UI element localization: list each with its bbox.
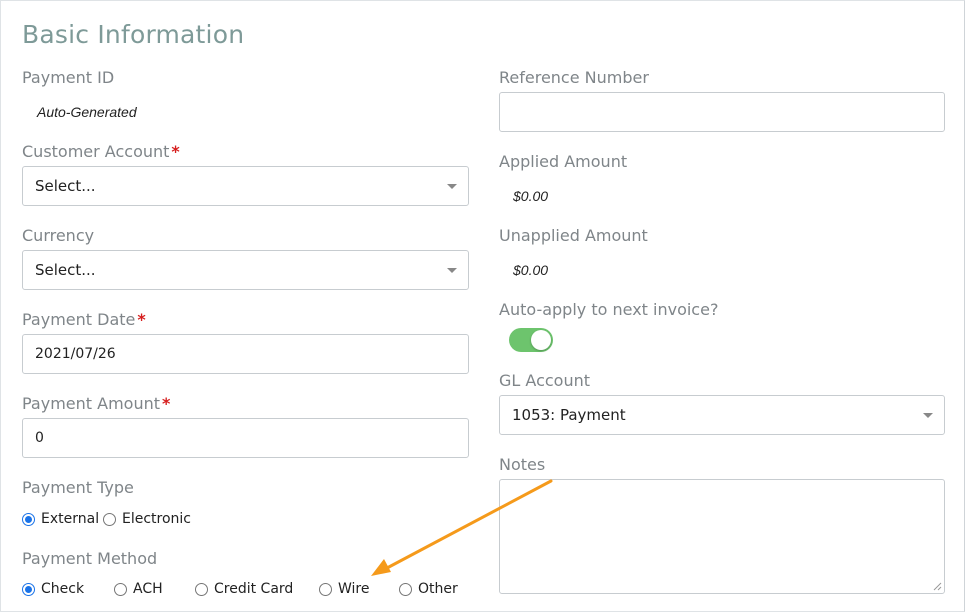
basic-information-panel: Basic Information Payment ID Auto-Genera… [0, 0, 965, 612]
annotation-arrow-icon [371, 479, 553, 576]
